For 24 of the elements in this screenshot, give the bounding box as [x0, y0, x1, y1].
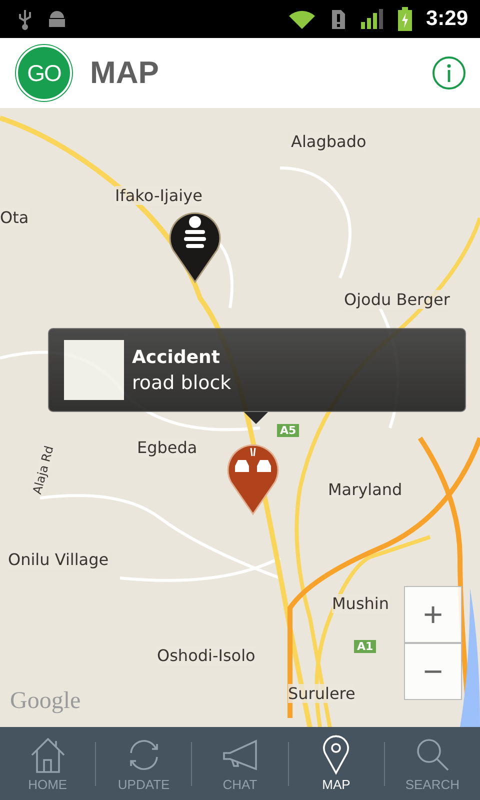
popup-subtitle: road block	[132, 372, 232, 394]
nav-tab[interactable]: UPDATE	[96, 727, 192, 800]
map-place-label: Onilu Village	[8, 550, 109, 569]
nav-tab[interactable]: HOME	[0, 727, 96, 800]
zoom-in-button[interactable]: +	[404, 586, 462, 643]
popup-title: Accident	[132, 346, 221, 368]
page-title: MAP	[90, 55, 159, 91]
map-place-label: Maryland	[328, 480, 402, 499]
map-place-label: Egbeda	[137, 438, 198, 457]
info-popup[interactable]: Accident road block	[48, 328, 466, 412]
zoom-out-button[interactable]: −	[404, 643, 462, 700]
map-place-label: Ojodu Berger	[344, 290, 450, 309]
map-place-label: Ifako-Ijaiye	[115, 186, 202, 205]
road-number-label: A5	[277, 424, 300, 437]
clock-time: 3:29	[426, 7, 468, 31]
map-attribution: Google	[10, 688, 81, 715]
app-logo: GO	[16, 45, 72, 101]
map-place-label: Surulere	[288, 684, 356, 703]
road-number-label: A1	[354, 640, 376, 653]
nav-tab[interactable]: MAP	[288, 727, 384, 800]
map-place-label: Alagbado	[291, 132, 366, 151]
map-place-label: Mushin	[332, 594, 390, 613]
nav-tab[interactable]: SEARCH	[384, 727, 480, 800]
nav-tab[interactable]: CHAT	[192, 727, 288, 800]
